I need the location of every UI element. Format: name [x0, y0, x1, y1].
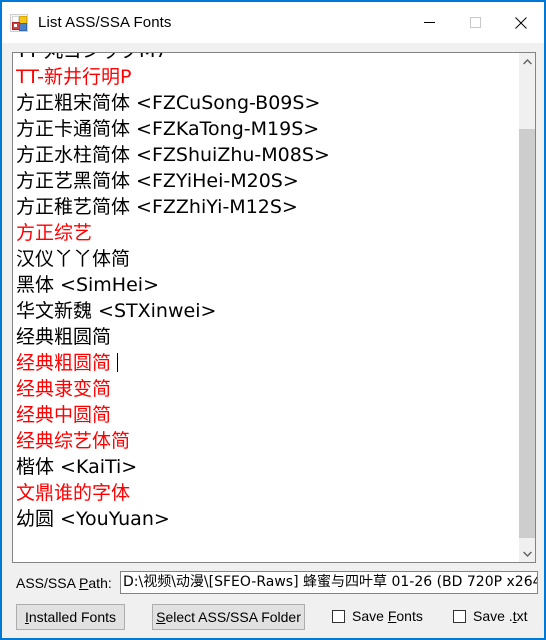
- save-txt-prefix: Save .: [473, 608, 513, 624]
- select-folder-accel: S: [156, 609, 166, 625]
- font-list-item-label: 幼圆 <YouYuan>: [16, 508, 170, 530]
- font-list-item[interactable]: 黑体 <SimHei>: [13, 272, 517, 298]
- font-list-item[interactable]: 方正综艺: [13, 220, 517, 246]
- minimize-button[interactable]: [406, 2, 452, 43]
- font-list-item[interactable]: 方正粗宋简体 <FZCuSong-B09S>: [13, 90, 517, 116]
- font-list-item-label: 经典粗圆简: [16, 326, 112, 348]
- font-list-item[interactable]: 经典隶变简: [13, 376, 517, 402]
- font-list-item-label: TT-新井行明P: [16, 66, 132, 88]
- font-list-item-label: 文鼎谁的字体: [16, 482, 131, 504]
- font-list-item[interactable]: TT-丸ゴシックM7: [13, 53, 517, 64]
- font-list-item[interactable]: 方正水柱简体 <FZShuiZhu-M08S>: [13, 142, 517, 168]
- font-list-item-label: 黑体 <SimHei>: [16, 274, 159, 296]
- font-list-item-label: 方正综艺: [16, 222, 93, 244]
- font-list-item-label: 经典中圆简: [16, 404, 112, 426]
- font-list-item[interactable]: 幼圆 <YouYuan>: [13, 506, 517, 532]
- font-list-box[interactable]: TT-丸ゴシックM7 TT-新井行明P 方正粗宋简体 <FZCuSong-B09S>…: [12, 52, 536, 563]
- app-window: List ASS/SSA Fonts TT-丸ゴシックM: [0, 0, 546, 640]
- save-fonts-prefix: Save: [352, 608, 388, 624]
- chevron-up-icon: [523, 58, 532, 64]
- ass-ssa-path-label: ASS/SSA Path:: [16, 575, 112, 591]
- font-list-item-label: 方正粗宋简体 <FZCuSong-B09S>: [16, 92, 321, 114]
- path-label-accel: P: [79, 575, 89, 591]
- select-folder-label: elect ASS/SSA Folder: [165, 609, 301, 625]
- ass-ssa-path-input[interactable]: D:\视频\动漫\[SFEO-Raws] 蜂蜜与四叶草 01-26 (BD 72…: [120, 571, 538, 594]
- installed-fonts-button[interactable]: Installed Fonts: [16, 604, 125, 630]
- font-list-item[interactable]: 汉仪丫丫体简: [13, 246, 517, 272]
- caption-buttons: [406, 2, 544, 43]
- font-list-item-label: 方正艺黑简体 <FZYiHei-M20S>: [16, 170, 299, 192]
- installed-fonts-label: nstalled Fonts: [28, 609, 117, 625]
- path-label-prefix: ASS/SSA: [16, 575, 80, 591]
- font-list-item[interactable]: TT-新井行明P: [13, 64, 517, 90]
- font-list-item[interactable]: 方正卡通简体 <FZKaTong-M19S>: [13, 116, 517, 142]
- minimize-icon: [423, 22, 435, 23]
- chevron-down-icon: [523, 551, 532, 557]
- font-list-item[interactable]: 方正艺黑简体 <FZYiHei-M20S>: [13, 168, 517, 194]
- path-label-suffix: ath:: [88, 575, 112, 591]
- save-fonts-checkbox[interactable]: Save Fonts: [332, 608, 423, 624]
- font-list-item-label: 方正水柱简体 <FZShuiZhu-M08S>: [16, 144, 330, 166]
- font-list-item-label: 经典综艺体简: [16, 430, 131, 452]
- font-list-item-label: 方正卡通简体 <FZKaTong-M19S>: [16, 118, 320, 140]
- save-fonts-label: Save Fonts: [352, 608, 423, 624]
- scroll-thumb[interactable]: [519, 129, 535, 538]
- font-list-rows: TT-丸ゴシックM7 TT-新井行明P 方正粗宋简体 <FZCuSong-B09S>…: [13, 53, 517, 532]
- scroll-up-button[interactable]: [519, 53, 535, 70]
- window-title: List ASS/SSA Fonts: [38, 14, 172, 31]
- save-txt-checkbox[interactable]: Save .txt: [453, 608, 527, 624]
- save-txt-label: Save .txt: [473, 608, 527, 624]
- save-fonts-suffix: onts: [396, 608, 423, 624]
- font-list-item-label: 华文新魏 <STXinwei>: [16, 300, 217, 322]
- close-icon: [515, 16, 527, 29]
- font-list-item[interactable]: 文鼎谁的字体: [13, 480, 517, 506]
- font-list-item-label: 方正稚艺简体 <FZZhiYi-M12S>: [16, 196, 298, 218]
- font-list-item-label: 楷体 <KaiTi>: [16, 456, 138, 478]
- scroll-down-button[interactable]: [519, 545, 535, 562]
- font-list-item[interactable]: 经典中圆简: [13, 402, 517, 428]
- title-bar: List ASS/SSA Fonts: [2, 2, 544, 43]
- app-tiles-icon: [10, 13, 28, 32]
- font-list-viewport: TT-丸ゴシックM7 TT-新井行明P 方正粗宋简体 <FZCuSong-B09S>…: [13, 53, 517, 562]
- font-list-item-label: 经典粗圆简: [16, 352, 112, 374]
- maximize-button[interactable]: [452, 2, 498, 43]
- font-list-item-label: TT-丸ゴシックM7: [16, 53, 167, 62]
- save-txt-suffix: xt: [516, 608, 528, 624]
- select-ass-ssa-folder-button[interactable]: Select ASS/SSA Folder: [152, 604, 305, 630]
- font-list-item[interactable]: 经典粗圆简: [13, 350, 517, 376]
- font-list-item[interactable]: 经典综艺体简: [13, 428, 517, 454]
- font-list-item[interactable]: 华文新魏 <STXinwei>: [13, 298, 517, 324]
- font-list-scrollbar[interactable]: [518, 53, 535, 562]
- font-list-item-label: 经典隶变简: [16, 378, 112, 400]
- save-txt-checkbox-box[interactable]: [453, 609, 466, 623]
- save-fonts-checkbox-box[interactable]: [332, 609, 345, 623]
- maximize-icon: [469, 17, 481, 28]
- font-list-item-label: 汉仪丫丫体简: [16, 248, 131, 270]
- font-list-item[interactable]: 方正稚艺简体 <FZZhiYi-M12S>: [13, 194, 517, 220]
- font-list-item[interactable]: 经典粗圆简: [13, 324, 517, 350]
- font-list-item[interactable]: 楷体 <KaiTi>: [13, 454, 517, 480]
- close-button[interactable]: [498, 2, 544, 43]
- text-caret: [117, 353, 119, 372]
